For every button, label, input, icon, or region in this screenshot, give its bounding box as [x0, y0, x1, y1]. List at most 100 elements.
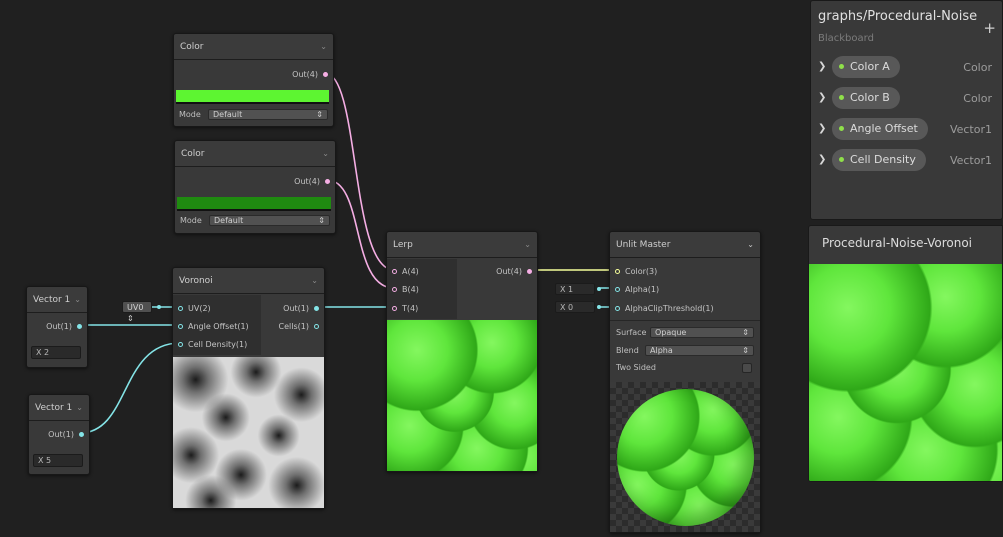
input-port-angle-offset[interactable]: Angle Offset(1) [178, 319, 249, 333]
input-port-color[interactable]: Color(3) [615, 264, 657, 278]
output-port-row[interactable]: Out(1) [46, 319, 82, 333]
value-field[interactable]: X 2 [31, 346, 81, 359]
input-port-alpha[interactable]: Alpha(1) [615, 282, 659, 296]
voronoi-node-header[interactable]: Voronoi ⌄ [173, 268, 324, 294]
add-property-button[interactable]: + [983, 19, 996, 37]
vector1-node-b-header[interactable]: Vector 1 ⌄ [29, 395, 89, 421]
property-row[interactable]: ❯ Cell Density Vector1 [811, 149, 1003, 173]
output-port-dot[interactable] [77, 323, 82, 329]
property-pill[interactable]: Color A [832, 56, 900, 78]
blackboard-panel[interactable]: graphs/Procedural-Noise Blackboard + ❯ C… [810, 0, 1003, 220]
input-port-cell-density[interactable]: Cell Density(1) [178, 337, 247, 351]
uv-input-field[interactable]: UV0 ⇕ [122, 301, 152, 323]
input-port-label: UV(2) [188, 303, 211, 313]
input-port-dot[interactable] [178, 323, 183, 329]
node-title: Vector 1 [33, 294, 71, 305]
chevron-down-icon[interactable]: ⌄ [747, 240, 754, 249]
mode-select[interactable]: Default ⇕ [208, 109, 328, 120]
color-node-a-header[interactable]: Color ⌄ [174, 34, 333, 60]
property-row[interactable]: ❯ Color A Color [811, 56, 1003, 80]
clip-input-field[interactable]: X 0 [555, 301, 595, 313]
mode-label: Mode [180, 216, 202, 225]
alpha-input-field[interactable]: X 1 [555, 283, 595, 295]
property-pill[interactable]: Angle Offset [832, 118, 928, 140]
color-node-b-header[interactable]: Color ⌄ [175, 141, 335, 167]
input-port-alpha-clip[interactable]: AlphaClipThreshold(1) [615, 301, 714, 315]
output-port-dot[interactable] [314, 323, 319, 329]
unlit-master-node[interactable]: Unlit Master ⌄ Color(3) Alpha(1) AlphaCl… [609, 231, 761, 533]
input-port-b[interactable]: B(4) [392, 282, 419, 296]
input-port-dot[interactable] [615, 286, 620, 292]
node-title: Lerp [393, 239, 413, 250]
property-type: Color [963, 92, 992, 105]
property-pill[interactable]: Cell Density [832, 149, 926, 171]
output-port-label: Cells(1) [278, 321, 309, 331]
blend-select[interactable]: Alpha ⇕ [645, 345, 754, 356]
lerp-node[interactable]: Lerp ⌄ A(4) B(4) T(4) Out(4) [386, 231, 538, 472]
expand-arrow-icon[interactable]: ❯ [818, 61, 826, 72]
blend-value: Alpha [650, 346, 673, 355]
input-port-dot[interactable] [392, 305, 397, 311]
output-port-row[interactable]: Out(4) [294, 174, 330, 188]
output-port-dot[interactable] [314, 305, 319, 311]
expand-arrow-icon[interactable]: ❯ [818, 123, 826, 134]
property-row[interactable]: ❯ Angle Offset Vector1 [811, 118, 1003, 142]
unlit-master-header[interactable]: Unlit Master ⌄ [610, 232, 760, 258]
main-preview-image[interactable] [809, 264, 1002, 481]
output-port-row[interactable]: Out(4) [292, 67, 328, 81]
color-swatch[interactable] [176, 90, 329, 104]
expand-arrow-icon[interactable]: ❯ [818, 92, 826, 103]
chevron-down-icon[interactable]: ⌄ [320, 42, 327, 51]
node-title: Vector 1 [35, 402, 73, 413]
surface-select[interactable]: Opaque ⇕ [650, 327, 754, 338]
color-swatch[interactable] [177, 197, 331, 211]
vector1-node-a[interactable]: Vector 1 ⌄ Out(1) X 2 [26, 286, 88, 368]
uv-input-dot[interactable] [157, 305, 161, 309]
chevron-down-icon[interactable]: ⌄ [322, 149, 329, 158]
output-port-dot[interactable] [325, 178, 330, 184]
vector1-node-a-header[interactable]: Vector 1 ⌄ [27, 287, 87, 313]
clip-input-dot[interactable] [597, 305, 601, 309]
input-port-uv[interactable]: UV(2) [178, 301, 211, 315]
input-port-label: B(4) [402, 284, 419, 294]
output-port-out[interactable]: Out(4) [496, 264, 532, 278]
two-sided-label: Two Sided [616, 363, 656, 372]
input-port-dot[interactable] [392, 286, 397, 292]
settings-divider [610, 320, 760, 321]
output-port-out[interactable]: Out(1) [283, 301, 319, 315]
main-preview-panel[interactable]: Procedural-Noise-Voronoi [808, 225, 1003, 482]
output-port-label: Out(1) [46, 321, 72, 331]
input-port-t[interactable]: T(4) [392, 301, 418, 315]
output-port-dot[interactable] [323, 71, 328, 77]
expand-arrow-icon[interactable]: ❯ [818, 154, 826, 165]
wire-vector-b-to-cell-density [79, 342, 181, 434]
vector1-node-b[interactable]: Vector 1 ⌄ Out(1) X 5 [28, 394, 90, 475]
value-field[interactable]: X 5 [33, 454, 83, 467]
input-port-dot[interactable] [392, 268, 397, 274]
color-node-a[interactable]: Color ⌄ Out(4) Mode Default ⇕ [173, 33, 334, 127]
color-node-b[interactable]: Color ⌄ Out(4) Mode Default ⇕ [174, 140, 336, 234]
alpha-input-dot[interactable] [597, 287, 601, 291]
input-port-dot[interactable] [178, 305, 183, 311]
output-port-row[interactable]: Out(1) [48, 427, 84, 441]
output-port-cells[interactable]: Cells(1) [279, 319, 319, 333]
voronoi-node[interactable]: Voronoi ⌄ UV(2) Angle Offset(1) Cell Den… [172, 267, 325, 509]
chevron-down-icon[interactable]: ⌄ [74, 295, 81, 304]
output-port-dot[interactable] [527, 268, 532, 274]
input-port-a[interactable]: A(4) [392, 264, 419, 278]
property-pill[interactable]: Color B [832, 87, 900, 109]
output-port-dot[interactable] [79, 431, 84, 437]
select-arrows-icon: ⇕ [316, 110, 323, 119]
lerp-node-header[interactable]: Lerp ⌄ [387, 232, 537, 258]
chevron-down-icon[interactable]: ⌄ [311, 276, 318, 285]
chevron-down-icon[interactable]: ⌄ [76, 403, 83, 412]
input-port-dot[interactable] [615, 268, 620, 274]
input-port-dot[interactable] [178, 341, 183, 347]
input-port-dot[interactable] [615, 305, 620, 311]
chevron-down-icon[interactable]: ⌄ [524, 240, 531, 249]
two-sided-checkbox[interactable] [742, 363, 752, 373]
mode-select[interactable]: Default ⇕ [209, 215, 330, 226]
blackboard-subtitle: Blackboard [818, 33, 874, 44]
property-row[interactable]: ❯ Color B Color [811, 87, 1003, 111]
output-port-label: Out(4) [496, 266, 522, 276]
